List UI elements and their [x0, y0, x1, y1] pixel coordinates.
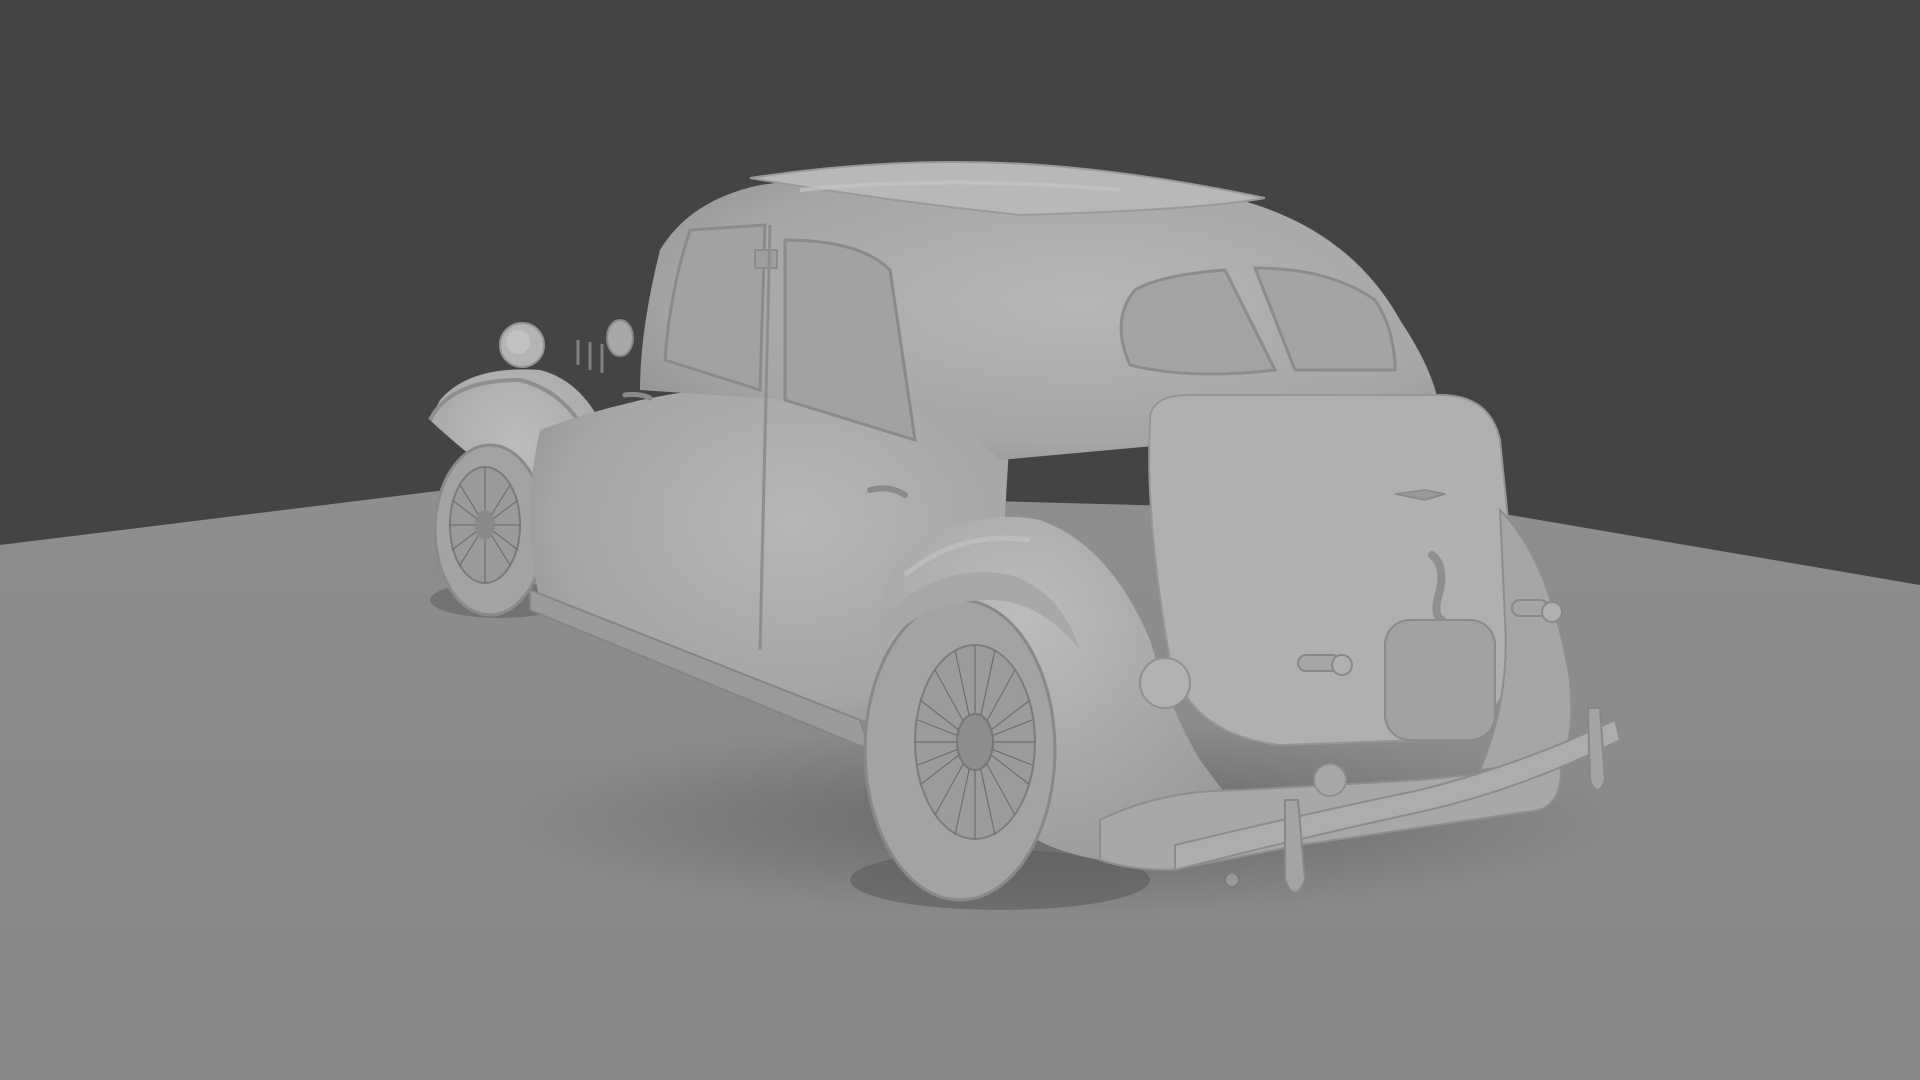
- left-tail-lamp: [1139, 657, 1191, 709]
- side-mirror-mount: [754, 249, 778, 269]
- clay-render-scene: [0, 0, 1920, 1080]
- exterior-mirror: [606, 319, 634, 357]
- right-tail-lamp: [1313, 763, 1347, 797]
- headlamp-glass: [506, 330, 530, 354]
- render-viewport: [0, 0, 1920, 1080]
- exhaust-tip: [1224, 872, 1240, 888]
- rear-hub: [956, 713, 994, 771]
- front-hub: [475, 510, 495, 540]
- number-plate-recess: [1384, 619, 1496, 741]
- left-reverse-lamp: [1297, 654, 1353, 676]
